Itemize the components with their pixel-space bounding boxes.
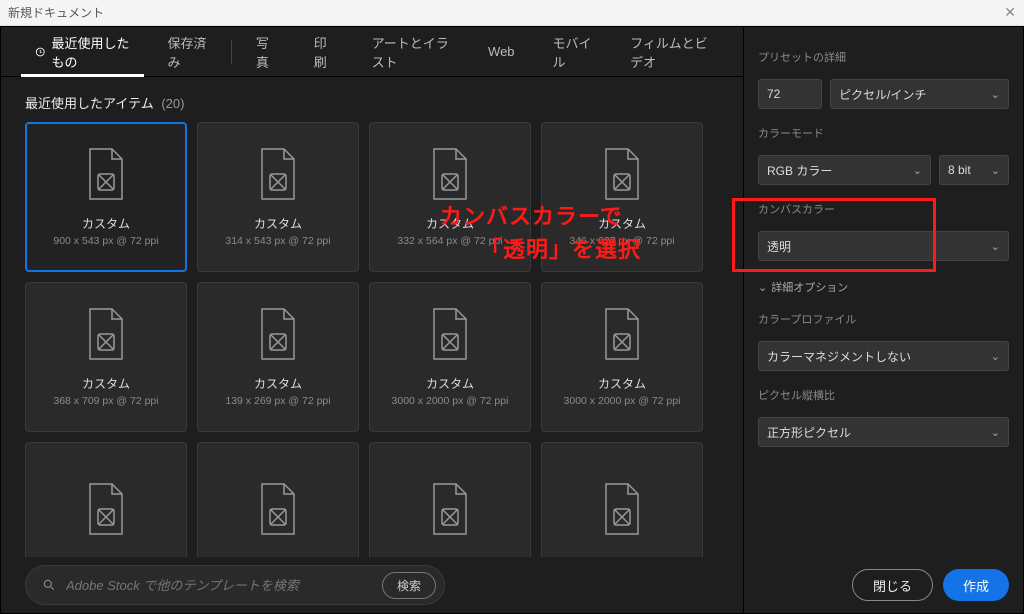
preset-card[interactable] — [197, 442, 359, 557]
color-profile-label: カラープロファイル — [758, 311, 1009, 327]
preset-card[interactable]: カスタム 368 x 709 px @ 72 ppi — [25, 282, 187, 432]
window-title: 新規ドキュメント — [8, 4, 104, 21]
preset-card[interactable]: カスタム 332 x 564 px @ 72 ppi — [369, 122, 531, 272]
document-icon — [428, 307, 472, 361]
preset-card-label: カスタム — [598, 375, 646, 392]
document-icon — [84, 147, 128, 201]
preset-card-dimensions: 3000 x 2000 px @ 72 ppi — [392, 395, 509, 407]
tab-art[interactable]: アートとイラスト — [358, 27, 464, 77]
create-button[interactable]: 作成 — [943, 569, 1009, 601]
chevron-down-icon: ⌄ — [991, 350, 1000, 363]
category-tabs: 最近使用したもの 保存済み 写真 印刷 アートとイラスト Web モバイル フィ… — [1, 27, 743, 77]
preset-card-label: カスタム — [598, 215, 646, 232]
preset-card-label: カスタム — [254, 215, 302, 232]
document-icon — [84, 482, 128, 536]
preset-card-dimensions: 368 x 709 px @ 72 ppi — [53, 395, 158, 407]
tab-mobile[interactable]: モバイル — [539, 27, 607, 77]
close-button[interactable]: 閉じる — [852, 569, 933, 601]
chevron-down-icon: ⌄ — [913, 164, 922, 177]
stock-search[interactable]: 検索 — [25, 565, 445, 605]
document-icon — [256, 307, 300, 361]
preset-card-label: カスタム — [254, 375, 302, 392]
preset-grid: カスタム 900 x 543 px @ 72 ppi カスタム 314 x 54… — [25, 122, 719, 557]
preset-card[interactable]: カスタム 346 x 627 px @ 72 ppi — [541, 122, 703, 272]
preset-card[interactable]: カスタム 314 x 543 px @ 72 ppi — [197, 122, 359, 272]
document-icon — [600, 307, 644, 361]
document-icon — [600, 482, 644, 536]
advanced-options-toggle[interactable]: ⌄ 詳細オプション — [758, 279, 1009, 295]
tab-print[interactable]: 印刷 — [300, 27, 348, 77]
preset-card-dimensions: 346 x 627 px @ 72 ppi — [569, 235, 674, 247]
preset-card[interactable] — [25, 442, 187, 557]
window-titlebar: 新規ドキュメント ✕ — [0, 0, 1024, 26]
tab-recent[interactable]: 最近使用したもの — [21, 27, 144, 77]
preset-card-dimensions: 314 x 543 px @ 72 ppi — [225, 235, 330, 247]
preset-card[interactable] — [369, 442, 531, 557]
preset-card-dimensions: 900 x 543 px @ 72 ppi — [53, 235, 158, 247]
tab-video[interactable]: フィルムとビデオ — [616, 27, 723, 77]
color-mode-select[interactable]: RGB カラー⌄ — [758, 155, 931, 185]
tab-photo[interactable]: 写真 — [242, 27, 290, 77]
document-icon — [600, 147, 644, 201]
resolution-unit-select[interactable]: ピクセル/インチ⌄ — [830, 79, 1009, 109]
preset-card-dimensions: 3000 x 2000 px @ 72 ppi — [564, 395, 681, 407]
resolution-input[interactable]: 72 — [758, 79, 822, 109]
recent-section-title: 最近使用したアイテム (20) — [1, 77, 743, 122]
clock-icon — [35, 45, 46, 59]
preset-card-label: カスタム — [82, 375, 130, 392]
preset-card-dimensions: 139 x 269 px @ 72 ppi — [225, 395, 330, 407]
color-mode-label: カラーモード — [758, 125, 1009, 141]
pixel-aspect-select[interactable]: 正方形ピクセル⌄ — [758, 417, 1009, 447]
tab-saved[interactable]: 保存済み — [154, 27, 222, 77]
preset-card-label: カスタム — [82, 215, 130, 232]
document-icon — [428, 482, 472, 536]
close-icon[interactable]: ✕ — [1004, 4, 1016, 21]
search-icon — [42, 578, 56, 592]
canvas-color-select[interactable]: 透明⌄ — [758, 231, 1009, 261]
document-icon — [256, 482, 300, 536]
chevron-down-icon: ⌄ — [991, 88, 1000, 101]
chevron-down-icon: ⌄ — [991, 426, 1000, 439]
pixel-aspect-label: ピクセル縦横比 — [758, 387, 1009, 403]
tab-web[interactable]: Web — [474, 27, 529, 77]
preset-card[interactable]: カスタム 3000 x 2000 px @ 72 ppi — [541, 282, 703, 432]
chevron-down-icon: ⌄ — [991, 164, 1000, 177]
preset-card[interactable]: カスタム 3000 x 2000 px @ 72 ppi — [369, 282, 531, 432]
preset-card-dimensions: 332 x 564 px @ 72 ppi — [397, 235, 502, 247]
stock-search-button[interactable]: 検索 — [382, 572, 436, 599]
color-profile-select[interactable]: カラーマネジメントしない⌄ — [758, 341, 1009, 371]
preset-details-label: プリセットの詳細 — [758, 49, 1009, 65]
preset-details-panel: プリセットの詳細 72 ピクセル/インチ⌄ カラーモード RGB カラー⌄ 8 … — [743, 27, 1023, 613]
canvas-color-label: カンバスカラー — [758, 201, 1009, 217]
document-icon — [84, 307, 128, 361]
preset-card[interactable]: カスタム 139 x 269 px @ 72 ppi — [197, 282, 359, 432]
preset-card-label: カスタム — [426, 215, 474, 232]
bit-depth-select[interactable]: 8 bit⌄ — [939, 155, 1009, 185]
document-icon — [428, 147, 472, 201]
preset-card[interactable]: カスタム 900 x 543 px @ 72 ppi — [25, 122, 187, 272]
chevron-down-icon: ⌄ — [758, 281, 767, 294]
chevron-down-icon: ⌄ — [991, 240, 1000, 253]
stock-search-input[interactable] — [66, 578, 372, 593]
preset-card[interactable] — [541, 442, 703, 557]
document-icon — [256, 147, 300, 201]
tab-divider — [231, 40, 232, 64]
preset-card-label: カスタム — [426, 375, 474, 392]
